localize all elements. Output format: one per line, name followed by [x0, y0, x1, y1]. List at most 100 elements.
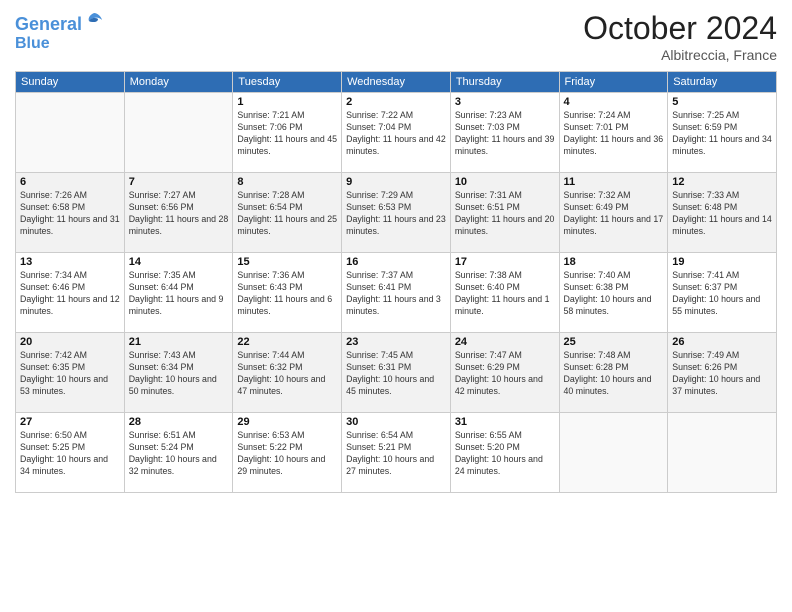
- day-info: Sunrise: 6:54 AMSunset: 5:21 PMDaylight:…: [346, 430, 446, 478]
- calendar-cell-w5-d2: 29 Sunrise: 6:53 AMSunset: 5:22 PMDayligh…: [233, 413, 342, 493]
- calendar-cell-w2-d2: 8 Sunrise: 7:28 AMSunset: 6:54 PMDaylight…: [233, 173, 342, 253]
- day-info: Sunrise: 7:28 AMSunset: 6:54 PMDaylight:…: [237, 190, 337, 238]
- day-number: 4: [564, 96, 664, 108]
- day-info: Sunrise: 7:31 AMSunset: 6:51 PMDaylight:…: [455, 190, 555, 238]
- day-number: 18: [564, 256, 664, 268]
- calendar-cell-w4-d6: 26 Sunrise: 7:49 AMSunset: 6:26 PMDayligh…: [668, 333, 777, 413]
- day-info: Sunrise: 7:24 AMSunset: 7:01 PMDaylight:…: [564, 110, 664, 158]
- day-info: Sunrise: 7:29 AMSunset: 6:53 PMDaylight:…: [346, 190, 446, 238]
- day-info: Sunrise: 6:53 AMSunset: 5:22 PMDaylight:…: [237, 430, 337, 478]
- calendar-cell-w5-d3: 30 Sunrise: 6:54 AMSunset: 5:21 PMDayligh…: [342, 413, 451, 493]
- day-number: 14: [129, 256, 229, 268]
- day-number: 3: [455, 96, 555, 108]
- day-number: 7: [129, 176, 229, 188]
- calendar-cell-w4-d3: 23 Sunrise: 7:45 AMSunset: 6:31 PMDayligh…: [342, 333, 451, 413]
- page: General Blue October 2024 Albitreccia, F…: [0, 0, 792, 612]
- day-info: Sunrise: 7:47 AMSunset: 6:29 PMDaylight:…: [455, 350, 555, 398]
- weekday-header-friday: Friday: [559, 72, 668, 93]
- calendar-cell-w1-d0: [16, 93, 125, 173]
- calendar-cell-w3-d4: 17 Sunrise: 7:38 AMSunset: 6:40 PMDayligh…: [450, 253, 559, 333]
- day-info: Sunrise: 7:38 AMSunset: 6:40 PMDaylight:…: [455, 270, 555, 318]
- calendar-cell-w2-d3: 9 Sunrise: 7:29 AMSunset: 6:53 PMDaylight…: [342, 173, 451, 253]
- calendar-cell-w3-d2: 15Sunrise: 7:36 AMSunset: 6:43 PMDayligh…: [233, 253, 342, 333]
- day-info: Sunrise: 6:55 AMSunset: 5:20 PMDaylight:…: [455, 430, 555, 478]
- day-info: Sunrise: 7:35 AMSunset: 6:44 PMDaylight:…: [129, 270, 229, 318]
- day-number: 31: [455, 416, 555, 428]
- day-number: 9: [346, 176, 446, 188]
- day-number: 28: [129, 416, 229, 428]
- calendar-cell-w1-d2: 1Sunrise: 7:21 AMSunset: 7:06 PMDaylight…: [233, 93, 342, 173]
- calendar-cell-w2-d0: 6Sunrise: 7:26 AMSunset: 6:58 PMDaylight…: [16, 173, 125, 253]
- day-number: 5: [672, 96, 772, 108]
- calendar-cell-w1-d6: 5 Sunrise: 7:25 AMSunset: 6:59 PMDaylight…: [668, 93, 777, 173]
- day-number: 15: [237, 256, 337, 268]
- week-row-1: 1Sunrise: 7:21 AMSunset: 7:06 PMDaylight…: [16, 93, 777, 173]
- calendar-cell-w5-d6: [668, 413, 777, 493]
- calendar-cell-w5-d1: 28 Sunrise: 6:51 AMSunset: 5:24 PMDayligh…: [124, 413, 233, 493]
- day-info: Sunrise: 6:51 AMSunset: 5:24 PMDaylight:…: [129, 430, 229, 478]
- calendar-cell-w4-d4: 24 Sunrise: 7:47 AMSunset: 6:29 PMDayligh…: [450, 333, 559, 413]
- logo-bird-icon: [84, 10, 104, 30]
- week-row-4: 20Sunrise: 7:42 AMSunset: 6:35 PMDayligh…: [16, 333, 777, 413]
- month-title: October 2024: [583, 10, 777, 47]
- title-block: October 2024 Albitreccia, France: [583, 10, 777, 63]
- day-number: 27: [20, 416, 120, 428]
- day-number: 20: [20, 336, 120, 348]
- calendar-cell-w5-d5: [559, 413, 668, 493]
- day-number: 30: [346, 416, 446, 428]
- calendar-cell-w2-d6: 12Sunrise: 7:33 AMSunset: 6:48 PMDayligh…: [668, 173, 777, 253]
- day-info: Sunrise: 7:44 AMSunset: 6:32 PMDaylight:…: [237, 350, 337, 398]
- week-row-5: 27 Sunrise: 6:50 AMSunset: 5:25 PMDayligh…: [16, 413, 777, 493]
- day-info: Sunrise: 7:23 AMSunset: 7:03 PMDaylight:…: [455, 110, 555, 158]
- day-number: 26: [672, 336, 772, 348]
- weekday-header-sunday: Sunday: [16, 72, 125, 93]
- calendar-cell-w5-d0: 27 Sunrise: 6:50 AMSunset: 5:25 PMDayligh…: [16, 413, 125, 493]
- calendar-cell-w4-d1: 21 Sunrise: 7:43 AMSunset: 6:34 PMDayligh…: [124, 333, 233, 413]
- logo-text: General: [15, 10, 104, 35]
- day-number: 12: [672, 176, 772, 188]
- day-number: 25: [564, 336, 664, 348]
- day-info: Sunrise: 7:32 AMSunset: 6:49 PMDaylight:…: [564, 190, 664, 238]
- day-info: Sunrise: 7:34 AMSunset: 6:46 PMDaylight:…: [20, 270, 120, 318]
- day-number: 2: [346, 96, 446, 108]
- calendar-cell-w1-d3: 2 Sunrise: 7:22 AMSunset: 7:04 PMDaylight…: [342, 93, 451, 173]
- calendar-cell-w4-d2: 22Sunrise: 7:44 AMSunset: 6:32 PMDayligh…: [233, 333, 342, 413]
- day-number: 8: [237, 176, 337, 188]
- calendar-cell-w3-d5: 18 Sunrise: 7:40 AMSunset: 6:38 PMDayligh…: [559, 253, 668, 333]
- day-number: 21: [129, 336, 229, 348]
- weekday-header-wednesday: Wednesday: [342, 72, 451, 93]
- day-info: Sunrise: 7:41 AMSunset: 6:37 PMDaylight:…: [672, 270, 772, 318]
- calendar-cell-w1-d5: 4 Sunrise: 7:24 AMSunset: 7:01 PMDaylight…: [559, 93, 668, 173]
- day-info: Sunrise: 7:45 AMSunset: 6:31 PMDaylight:…: [346, 350, 446, 398]
- week-row-2: 6Sunrise: 7:26 AMSunset: 6:58 PMDaylight…: [16, 173, 777, 253]
- logo: General Blue: [15, 10, 104, 52]
- day-number: 16: [346, 256, 446, 268]
- weekday-header-tuesday: Tuesday: [233, 72, 342, 93]
- calendar-cell-w2-d5: 11Sunrise: 7:32 AMSunset: 6:49 PMDayligh…: [559, 173, 668, 253]
- calendar-cell-w4-d0: 20Sunrise: 7:42 AMSunset: 6:35 PMDayligh…: [16, 333, 125, 413]
- calendar-table: SundayMondayTuesdayWednesdayThursdayFrid…: [15, 71, 777, 493]
- calendar-cell-w2-d1: 7 Sunrise: 7:27 AMSunset: 6:56 PMDaylight…: [124, 173, 233, 253]
- weekday-header-thursday: Thursday: [450, 72, 559, 93]
- day-info: Sunrise: 7:43 AMSunset: 6:34 PMDaylight:…: [129, 350, 229, 398]
- weekday-header-monday: Monday: [124, 72, 233, 93]
- day-info: Sunrise: 7:27 AMSunset: 6:56 PMDaylight:…: [129, 190, 229, 238]
- day-number: 19: [672, 256, 772, 268]
- day-info: Sunrise: 7:22 AMSunset: 7:04 PMDaylight:…: [346, 110, 446, 158]
- day-number: 10: [455, 176, 555, 188]
- day-info: Sunrise: 7:48 AMSunset: 6:28 PMDaylight:…: [564, 350, 664, 398]
- day-number: 24: [455, 336, 555, 348]
- day-number: 1: [237, 96, 337, 108]
- day-info: Sunrise: 7:49 AMSunset: 6:26 PMDaylight:…: [672, 350, 772, 398]
- calendar-cell-w1-d4: 3 Sunrise: 7:23 AMSunset: 7:03 PMDaylight…: [450, 93, 559, 173]
- calendar-cell-w3-d6: 19 Sunrise: 7:41 AMSunset: 6:37 PMDayligh…: [668, 253, 777, 333]
- day-number: 17: [455, 256, 555, 268]
- calendar-cell-w2-d4: 10 Sunrise: 7:31 AMSunset: 6:51 PMDayligh…: [450, 173, 559, 253]
- day-number: 29: [237, 416, 337, 428]
- day-info: Sunrise: 7:40 AMSunset: 6:38 PMDaylight:…: [564, 270, 664, 318]
- day-info: Sunrise: 7:25 AMSunset: 6:59 PMDaylight:…: [672, 110, 772, 158]
- day-number: 23: [346, 336, 446, 348]
- calendar-cell-w3-d1: 14 Sunrise: 7:35 AMSunset: 6:44 PMDayligh…: [124, 253, 233, 333]
- day-info: Sunrise: 6:50 AMSunset: 5:25 PMDaylight:…: [20, 430, 120, 478]
- calendar-cell-w3-d3: 16Sunrise: 7:37 AMSunset: 6:41 PMDayligh…: [342, 253, 451, 333]
